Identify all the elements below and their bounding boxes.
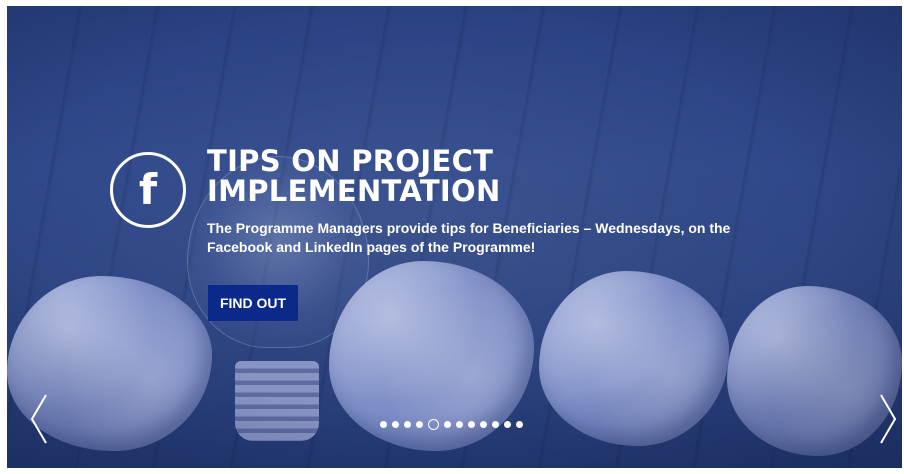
slide-content: f TIPS ON PROJECT IMPLEMENTATION The Pro… [7,6,902,468]
slide-title-line-1: TIPS ON PROJECT [207,144,494,178]
carousel-dot[interactable] [392,421,399,428]
carousel-dot[interactable] [504,421,511,428]
carousel-dot[interactable] [380,421,387,428]
carousel-dot[interactable] [480,421,487,428]
carousel-pagination [380,419,523,430]
slide-description: The Programme Managers provide tips for … [207,220,731,255]
carousel-dot[interactable] [428,419,439,430]
chevron-left-icon[interactable] [28,391,52,447]
chevron-right-icon[interactable] [875,391,899,447]
facebook-icon-glyph: f [138,165,158,214]
facebook-icon: f [110,152,186,228]
find-out-button[interactable]: FIND OUT [208,285,298,321]
carousel-dot[interactable] [468,421,475,428]
carousel-dot[interactable] [404,421,411,428]
carousel-dot[interactable] [456,421,463,428]
slide-title: TIPS ON PROJECT IMPLEMENTATION [207,146,501,206]
carousel-dot[interactable] [444,421,451,428]
carousel-dot[interactable] [416,421,423,428]
carousel-dot[interactable] [516,421,523,428]
carousel-dot[interactable] [492,421,499,428]
slide-title-line-2: IMPLEMENTATION [207,174,501,208]
hero-slider: f TIPS ON PROJECT IMPLEMENTATION The Pro… [7,6,902,468]
